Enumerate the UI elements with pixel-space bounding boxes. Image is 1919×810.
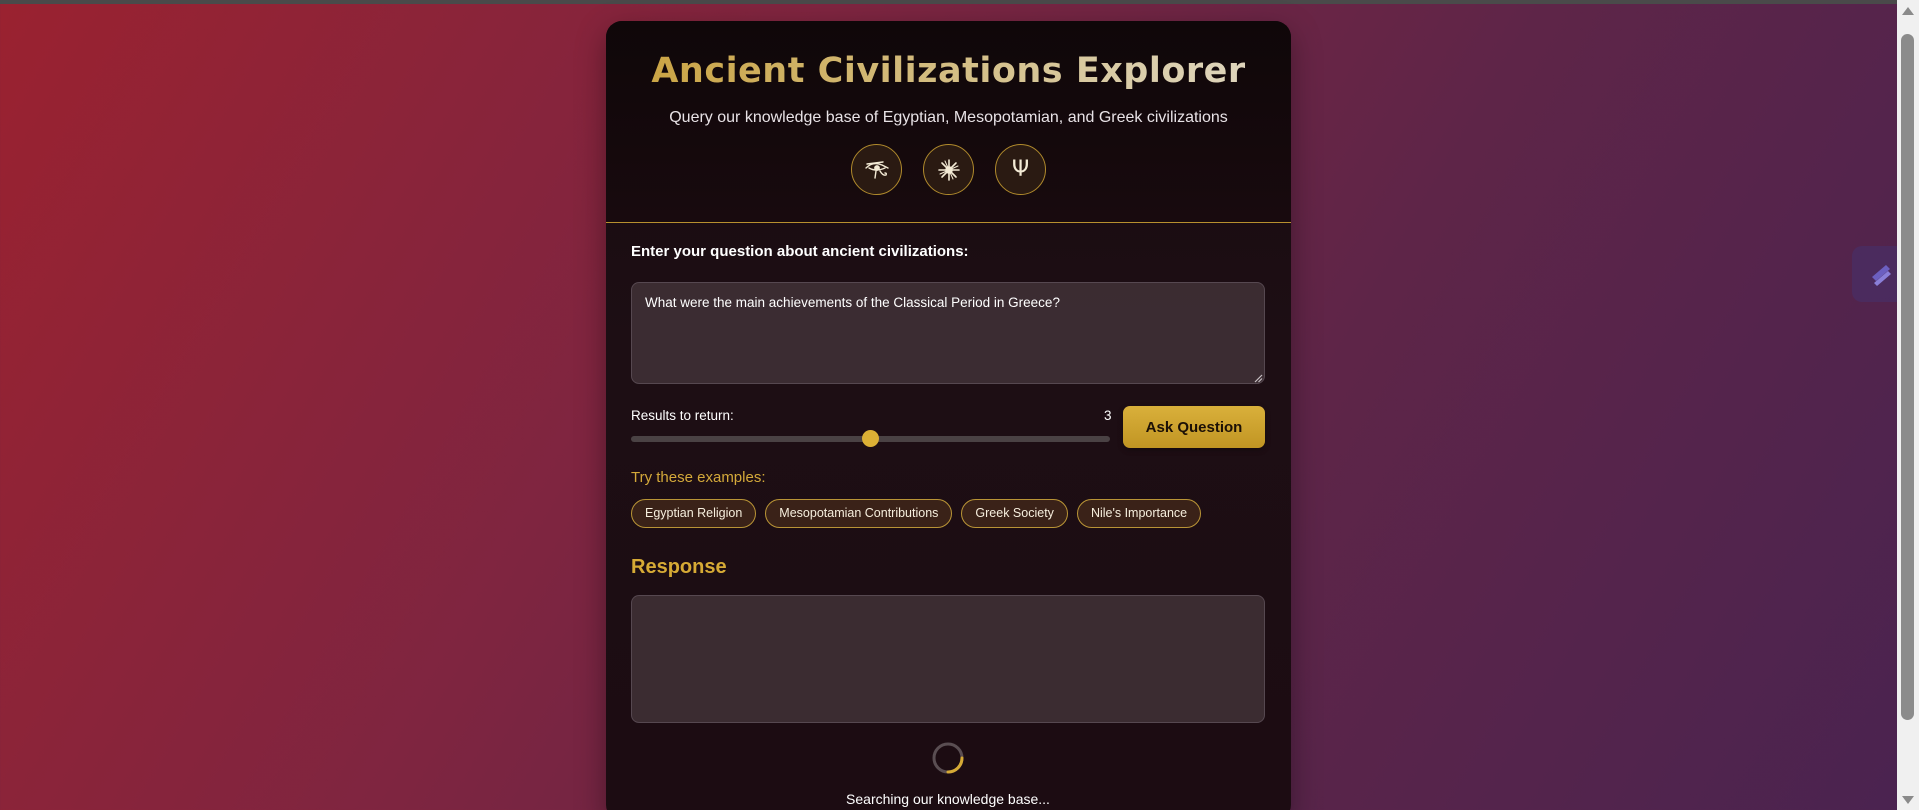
- civilization-icons: Ψ: [606, 144, 1291, 195]
- example-chip[interactable]: Mesopotamian Contributions: [765, 499, 953, 528]
- sun-symbol-icon: [923, 144, 974, 195]
- question-input[interactable]: What were the main achievements of the C…: [631, 282, 1265, 384]
- card-header: Ancient Civilizations Explorer Query our…: [606, 21, 1291, 223]
- scrollbar-thumb[interactable]: [1901, 34, 1914, 720]
- response-heading: Response: [631, 556, 727, 578]
- resize-grip-icon[interactable]: [1254, 374, 1263, 383]
- extension-logo-icon: [1872, 265, 1891, 286]
- eye-of-horus-icon: [851, 144, 902, 195]
- question-label: Enter your question about ancient civili…: [631, 243, 969, 260]
- example-chip[interactable]: Egyptian Religion: [631, 499, 757, 528]
- page-title: Ancient Civilizations Explorer: [606, 51, 1291, 91]
- example-chip[interactable]: Nile's Importance: [1076, 499, 1202, 528]
- loading-spinner-icon: [932, 742, 964, 774]
- example-chip[interactable]: Greek Society: [961, 499, 1068, 528]
- loading-text: Searching our knowledge base...: [846, 791, 1050, 807]
- window-top-border: [0, 0, 1919, 4]
- response-box: [631, 595, 1265, 723]
- example-chips: Egyptian Religion Mesopotamian Contribut…: [631, 499, 1202, 528]
- page-subtitle: Query our knowledge base of Egyptian, Me…: [669, 109, 1228, 126]
- ask-question-button[interactable]: Ask Question: [1123, 406, 1265, 448]
- results-value: 3: [1104, 408, 1112, 423]
- scroll-down-icon[interactable]: [1902, 796, 1914, 804]
- scroll-up-icon[interactable]: [1902, 7, 1914, 15]
- results-label: Results to return:: [631, 408, 734, 423]
- trident-icon: Ψ: [995, 144, 1046, 195]
- explorer-card: Ancient Civilizations Explorer Query our…: [606, 21, 1291, 810]
- slider-handle[interactable]: [862, 430, 879, 447]
- vertical-scrollbar[interactable]: [1897, 0, 1919, 810]
- examples-label: Try these examples:: [631, 469, 766, 486]
